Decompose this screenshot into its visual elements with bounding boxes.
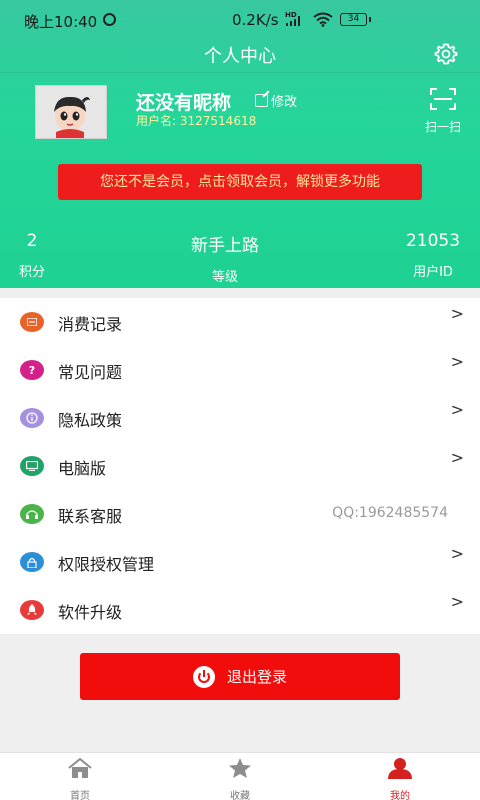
cartoon-boy-avatar-icon xyxy=(36,86,106,138)
title-bar: 个人中心 xyxy=(0,36,480,72)
menu-label: 常见问题 xyxy=(58,363,123,382)
bottom-tab-bar: 首页 收藏 我的 xyxy=(0,752,480,800)
battery-indicator: 34 xyxy=(340,13,367,26)
edit-profile-button[interactable]: 修改 xyxy=(255,91,297,110)
username-prefix: 用户名: xyxy=(136,114,177,128)
points-label: 积分 xyxy=(18,265,45,280)
tab-label: 首页 xyxy=(70,791,90,800)
avatar[interactable] xyxy=(35,85,107,139)
chevron-right-icon: > xyxy=(450,400,464,419)
status-gear-icon xyxy=(103,13,116,26)
page-title: 个人中心 xyxy=(204,46,276,67)
tab-mine[interactable]: 我的 xyxy=(360,757,440,800)
star-icon xyxy=(229,758,251,778)
menu-item-privacy-policy[interactable]: 隐私政策 > xyxy=(0,394,480,442)
menu-item-faq[interactable]: ? 常见问题 > xyxy=(0,346,480,394)
qq-number: QQ:1962485574 xyxy=(332,505,448,521)
tab-label: 我的 xyxy=(390,791,410,800)
menu-item-customer-service[interactable]: 联系客服 QQ:1962485574 xyxy=(0,490,480,538)
logout-button[interactable]: 退出登录 xyxy=(80,653,400,700)
scan-button[interactable]: 扫一扫 xyxy=(420,88,466,135)
home-icon xyxy=(68,757,92,778)
rocket-icon xyxy=(20,600,44,620)
menu-item-software-update[interactable]: 软件升级 > xyxy=(0,586,480,634)
username-value: 3127514618 xyxy=(179,114,257,128)
menu-label: 电脑版 xyxy=(58,459,107,478)
receipt-icon xyxy=(20,312,44,332)
chevron-right-icon: > xyxy=(450,592,464,611)
chevron-right-icon: > xyxy=(450,544,464,563)
scan-label: 扫一扫 xyxy=(424,120,461,134)
settings-gear-icon[interactable] xyxy=(434,42,458,66)
tab-favorites[interactable]: 收藏 xyxy=(200,757,280,800)
menu-label: 联系客服 xyxy=(58,507,123,526)
menu-item-purchase-history[interactable]: 消费记录 > xyxy=(0,298,480,346)
chevron-right-icon: > xyxy=(450,448,464,467)
question-icon: ? xyxy=(20,360,44,380)
wifi-icon xyxy=(313,12,333,27)
battery-level: 34 xyxy=(347,14,360,24)
user-icon xyxy=(388,758,412,779)
status-network-speed: 0.2K/s xyxy=(232,11,279,29)
title-divider xyxy=(0,72,480,73)
level-label: 等级 xyxy=(211,270,238,285)
scan-icon xyxy=(430,88,456,110)
edit-label: 修改 xyxy=(271,95,298,110)
menu-label: 软件升级 xyxy=(58,603,123,622)
settings-menu: 消费记录 > ? 常见问题 > 隐私政策 > 电脑版 > 联系客服 QQ:196… xyxy=(0,298,480,634)
computer-icon xyxy=(20,456,44,476)
level-value: 新手上路 xyxy=(191,236,259,256)
stat-level[interactable]: 新手上路 等级 xyxy=(165,231,285,285)
signal-icon xyxy=(286,16,300,26)
points-value: 2 xyxy=(26,231,38,251)
menu-label: 权限授权管理 xyxy=(58,555,155,574)
user-id-value: 21053 xyxy=(405,231,461,251)
status-time: 晚上10:40 xyxy=(24,13,98,31)
menu-label: 隐私政策 xyxy=(58,411,123,430)
status-bar: 晚上10:40 0.2K/s HD 34 xyxy=(0,0,480,36)
headset-icon xyxy=(20,504,44,524)
menu-label: 消费记录 xyxy=(58,315,123,334)
chevron-right-icon: > xyxy=(450,304,464,323)
nickname: 还没有昵称 xyxy=(136,92,232,114)
info-icon xyxy=(20,408,44,428)
user-id-label: 用户ID xyxy=(413,265,453,280)
chevron-right-icon: > xyxy=(450,352,464,371)
username-line: 用户名: 3127514618 xyxy=(136,112,256,129)
power-icon xyxy=(192,665,215,688)
menu-item-desktop-version[interactable]: 电脑版 > xyxy=(0,442,480,490)
logout-label: 退出登录 xyxy=(226,668,287,686)
stat-points[interactable]: 2 积分 xyxy=(12,231,52,280)
membership-banner[interactable]: 您还不是会员，点击领取会员，解锁更多功能 xyxy=(58,164,422,200)
lock-icon xyxy=(20,552,44,572)
menu-item-permissions[interactable]: 权限授权管理 > xyxy=(0,538,480,586)
tab-label: 收藏 xyxy=(230,791,250,800)
battery-tip xyxy=(369,17,371,22)
stat-user-id[interactable]: 21053 用户ID xyxy=(395,231,471,280)
edit-icon xyxy=(255,94,268,107)
tab-home[interactable]: 首页 xyxy=(40,757,120,800)
